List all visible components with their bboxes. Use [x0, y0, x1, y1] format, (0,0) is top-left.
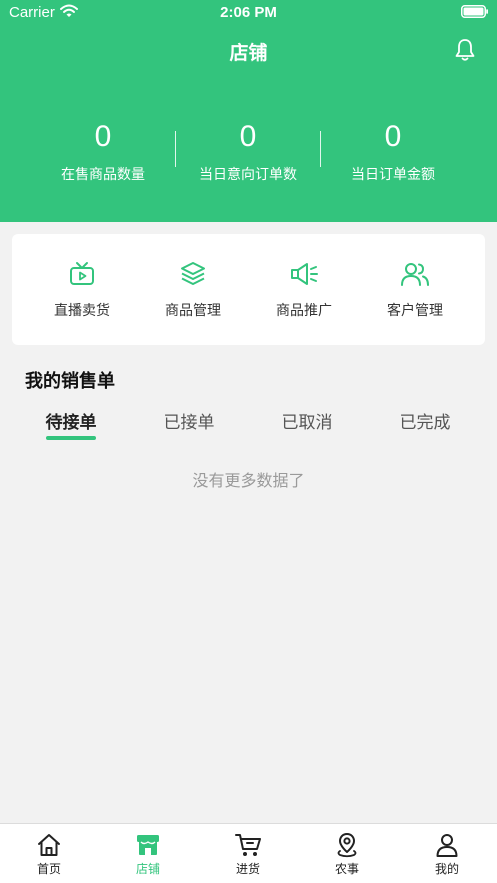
tabbar-store[interactable]: 店铺 [108, 832, 188, 877]
users-icon [401, 263, 429, 286]
menu-live-selling[interactable]: 直播卖货 [27, 260, 137, 320]
tab-label: 待接单 [45, 413, 97, 433]
tabbar-label: 进货 [235, 862, 260, 876]
megaphone-icon [291, 263, 318, 285]
tabbar-purchase[interactable]: 进货 [208, 832, 288, 877]
bell-icon[interactable] [454, 38, 476, 66]
stat-on-sale-count: 0 在售商品数量 [23, 118, 183, 184]
tab-pending[interactable]: 待接单 [16, 408, 126, 440]
tabbar-farming[interactable]: 农事 [307, 832, 387, 877]
location-pin-icon [337, 833, 357, 858]
tab-label: 已完成 [399, 413, 451, 433]
status-bar: Carrier 2:06 PM [0, 0, 497, 26]
layers-icon [181, 262, 205, 285]
store-icon [137, 835, 159, 855]
menu-label: 直播卖货 [54, 303, 110, 319]
menu-label: 客户管理 [387, 303, 443, 319]
tab-label: 已取消 [281, 413, 333, 433]
tabbar-label: 首页 [36, 862, 61, 876]
user-icon [436, 834, 458, 857]
order-status-tabs: 待接单 已接单 已取消 已完成 [0, 408, 497, 444]
tabbar-label: 农事 [334, 862, 359, 876]
cart-icon [235, 834, 261, 856]
stat-value: 0 [239, 120, 257, 153]
tabbar-home[interactable]: 首页 [9, 832, 89, 877]
tabbar-label: 店铺 [135, 862, 160, 876]
active-tab-indicator [46, 436, 96, 440]
stat-daily-intent-orders: 0 当日意向订单数 [168, 118, 328, 184]
menu-product-promotion[interactable]: 商品推广 [249, 260, 359, 320]
tab-accepted[interactable]: 已接单 [134, 408, 244, 433]
menu-label: 商品推广 [276, 303, 332, 319]
home-icon [38, 834, 60, 856]
tv-play-icon [70, 262, 94, 285]
tab-completed[interactable]: 已完成 [370, 408, 480, 433]
battery-icon [461, 5, 489, 23]
clock: 2:06 PM [220, 4, 277, 21]
menu-customer-management[interactable]: 客户管理 [360, 260, 470, 320]
stat-value: 0 [384, 120, 402, 153]
store-stats: 0 在售商品数量 0 当日意向订单数 0 当日订单金额 [0, 118, 497, 188]
stat-label: 当日意向订单数 [199, 167, 297, 183]
stat-daily-order-amount: 0 当日订单金额 [313, 118, 473, 184]
stat-label: 当日订单金额 [351, 167, 435, 183]
tabbar-label: 我的 [434, 862, 459, 876]
stat-value: 0 [94, 120, 112, 153]
bottom-tab-bar: 首页 店铺 进货 农事 我的 [0, 823, 497, 883]
tab-cancelled[interactable]: 已取消 [252, 408, 362, 433]
empty-list-message: 没有更多数据了 [192, 471, 305, 490]
header-banner [0, 0, 497, 222]
page-title: 店铺 [229, 42, 268, 64]
tab-label: 已接单 [163, 413, 215, 433]
tabbar-mine[interactable]: 我的 [407, 832, 487, 877]
sales-orders-title: 我的销售单 [25, 371, 115, 392]
stat-label: 在售商品数量 [61, 167, 145, 183]
menu-label: 商品管理 [165, 303, 221, 319]
quick-menu-card: 直播卖货 商品管理 商品推广 客户管理 [12, 234, 485, 345]
menu-product-management[interactable]: 商品管理 [138, 260, 248, 320]
